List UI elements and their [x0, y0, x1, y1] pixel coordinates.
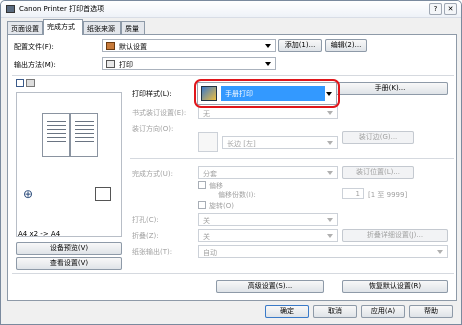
profile-value: 默认设置 [119, 43, 147, 51]
profile-select[interactable]: 默认设置 [102, 39, 276, 52]
binding-direction-select[interactable]: 长边 [左] [222, 136, 338, 149]
profile-label: 配置文件(F): [14, 43, 54, 51]
fold-label: 折叠(Z): [132, 232, 159, 240]
finishing-select[interactable]: 分套 [198, 166, 338, 179]
chevron-down-icon [265, 44, 271, 48]
printer-preferences-window: Canon Printer 打印首选项 ? ✕ 页面设置 完成方式 纸张来源 质… [0, 0, 462, 325]
output-method-value: 打印 [119, 61, 133, 69]
output-tray-select[interactable]: 自动 [198, 245, 448, 258]
divider [12, 273, 454, 274]
binding-direction-value: 长边 [左] [227, 140, 256, 148]
manual-button[interactable]: 手册(K)... [332, 82, 448, 95]
rotate-label: 旋转(O) [209, 202, 234, 210]
offset-count-input[interactable]: 1 [342, 188, 364, 199]
chevron-down-icon [327, 171, 333, 175]
divider [12, 75, 454, 76]
tab-quality[interactable]: 质量 [121, 21, 145, 35]
chevron-down-icon [265, 62, 271, 66]
offset-count-value: 1 [355, 190, 360, 198]
offset-range-text: [1 至 9999] [368, 191, 408, 199]
cancel-button[interactable]: 取消 [313, 305, 357, 318]
help-button[interactable]: 帮助 [409, 305, 453, 318]
print-icon [106, 60, 115, 68]
binding-direction-label: 装订方向(O): [132, 125, 174, 133]
punch-label: 打孔(C): [132, 216, 159, 224]
staple-position-button[interactable]: 装订位置(L)... [342, 166, 414, 179]
printer-icon [6, 5, 15, 13]
binding-edge-button[interactable]: 装订边(G)... [342, 131, 414, 144]
help-title-button[interactable]: ? [429, 3, 442, 15]
restore-defaults-button[interactable]: 恢复默认设置(R) [342, 280, 448, 293]
staple-icon: ⊕ [23, 187, 34, 201]
view-settings-button[interactable]: 查看设置(V) [16, 257, 122, 270]
divider [130, 158, 454, 159]
preview-pane: ⊕ [16, 92, 122, 237]
title-bar: Canon Printer 打印首选项 ? ✕ [1, 1, 461, 18]
highlight-ring [194, 79, 340, 108]
tab-finishing[interactable]: 完成方式 [43, 19, 83, 35]
offset-count-label: 偏移份数(I): [218, 191, 256, 199]
ok-button[interactable]: 确定 [265, 305, 309, 318]
finishing-label: 完成方式(U): [132, 170, 173, 178]
chevron-down-icon [327, 141, 333, 145]
tab-paper-source[interactable]: 纸张来源 [83, 21, 121, 35]
page-view-icon[interactable] [16, 79, 24, 87]
fold-select[interactable]: 关 [198, 229, 338, 242]
rotate-checkbox[interactable] [198, 201, 206, 209]
tab-page-setup[interactable]: 页面设置 [7, 21, 43, 35]
binding-page-icon [198, 132, 218, 152]
finishing-panel: 配置文件(F): 默认设置 添加(1)... 编辑(2)... 输出方法(M):… [7, 34, 457, 301]
device-preview-button[interactable]: 设备预览(V) [16, 242, 122, 255]
output-tray-value: 自动 [203, 249, 217, 257]
output-tray-label: 纸张输出(T): [132, 248, 173, 256]
punch-value: 关 [203, 217, 210, 225]
output-method-label: 输出方法(M): [14, 61, 56, 69]
booklet-settings-value: 无 [203, 110, 210, 118]
advanced-settings-button[interactable]: 高级设置(S)... [216, 280, 324, 293]
apply-button[interactable]: 应用(A) [361, 305, 405, 318]
booklet-preview-image [42, 113, 98, 157]
close-icon[interactable]: ✕ [444, 3, 457, 15]
profile-add-button[interactable]: 添加(1)... [278, 39, 322, 52]
booklet-settings-label: 书式装订设置(E): [132, 109, 187, 117]
chevron-down-icon [327, 111, 333, 115]
offset-checkbox[interactable] [198, 181, 206, 189]
printer-view-icon[interactable] [26, 79, 35, 87]
fold-detail-button[interactable]: 折叠详细设置(J)... [342, 229, 448, 242]
profile-icon [106, 42, 115, 50]
punch-select[interactable]: 关 [198, 213, 338, 226]
chevron-down-icon [437, 250, 443, 254]
copies-icon [95, 187, 111, 201]
window-title: Canon Printer 打印首选项 [19, 5, 105, 13]
profile-edit-button[interactable]: 编辑(2)... [325, 39, 367, 52]
output-method-select[interactable]: 打印 [102, 57, 276, 70]
chevron-down-icon [327, 234, 333, 238]
paper-size-text: A4 x2 -> A4 [18, 230, 61, 238]
print-style-label: 打印样式(L): [132, 90, 172, 98]
chevron-down-icon [327, 218, 333, 222]
fold-value: 关 [203, 233, 210, 241]
finishing-value: 分套 [203, 170, 217, 178]
